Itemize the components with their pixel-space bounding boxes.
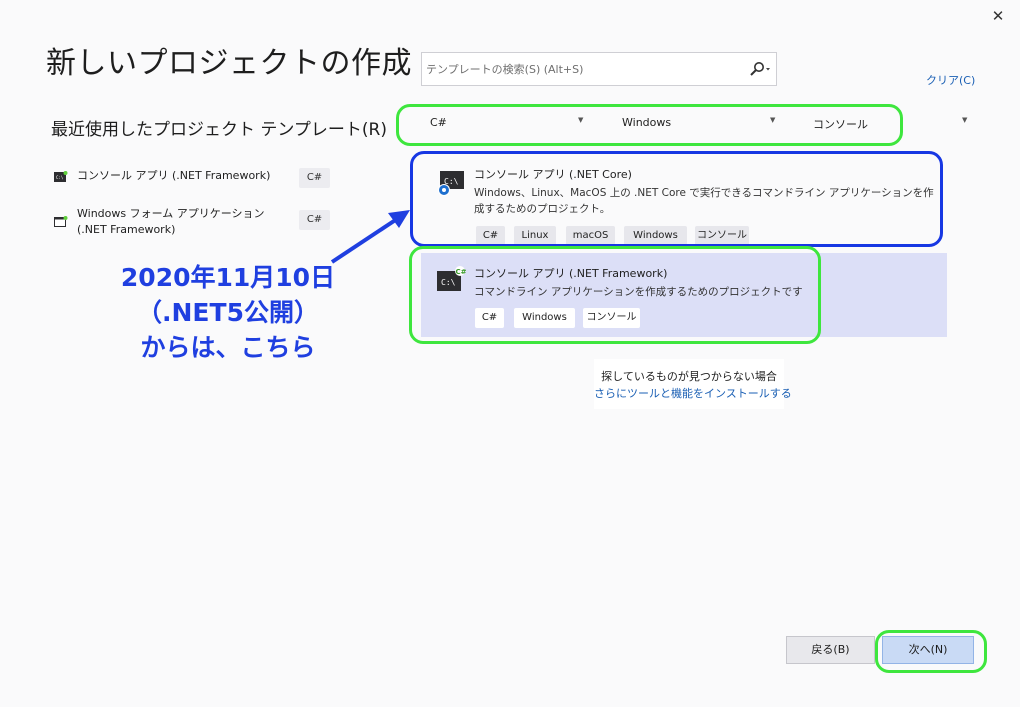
windows-form-icon xyxy=(54,213,68,227)
project-type-filter-value: コンソール xyxy=(813,118,868,131)
close-icon[interactable]: ✕ xyxy=(988,6,1008,26)
template-console-net-core[interactable]: C:\ コンソール アプリ (.NET Core) Windows、Linux、… xyxy=(420,153,940,246)
template-tag: C# xyxy=(475,308,504,328)
help-text: 探しているものが見つからない場合 xyxy=(601,370,777,383)
template-tag: C# xyxy=(476,226,505,246)
install-tools-link[interactable]: さらにツールと機能をインストールする xyxy=(594,385,792,401)
chevron-down-icon: ▼ xyxy=(770,116,776,124)
recent-templates-heading: 最近使用したプロジェクト テンプレート(R) xyxy=(51,120,387,140)
recent-template-lang-badge: C# xyxy=(299,168,330,188)
recent-template-label: Windows フォーム アプリケーション (.NET Framework) xyxy=(77,207,265,236)
recent-template-label: コンソール アプリ (.NET Framework) xyxy=(77,169,271,182)
annotation-line-net5: （.NET5公開） xyxy=(137,298,319,327)
annotation-line-here: からは、こちら xyxy=(140,333,316,362)
search-input[interactable] xyxy=(426,58,736,80)
language-filter-value: C# xyxy=(430,116,447,129)
console-framework-icon: C:\ C# xyxy=(436,265,467,293)
template-tag: Windows xyxy=(514,308,575,328)
template-tag: Windows xyxy=(624,226,687,246)
svg-text:C#: C# xyxy=(456,268,467,276)
install-more-help: 探しているものが見つからない場合 さらにツールと機能をインストールする xyxy=(594,359,792,409)
chevron-down-icon: ▼ xyxy=(578,116,584,124)
template-name: コンソール アプリ (.NET Framework) xyxy=(474,267,668,280)
svg-text:C:\: C:\ xyxy=(56,175,64,180)
template-description: コマンドライン アプリケーションを作成するためのプロジェクトです xyxy=(474,286,803,298)
recent-template-windows-forms[interactable]: Windows フォーム アプリケーション (.NET Framework) C… xyxy=(50,206,340,240)
language-filter-dropdown[interactable]: C# ▼ xyxy=(430,114,590,134)
platform-filter-dropdown[interactable]: Windows ▼ xyxy=(622,114,782,134)
project-type-filter-dropdown[interactable]: コンソール ▼ xyxy=(813,114,973,134)
template-tag: macOS xyxy=(566,226,615,246)
back-button[interactable]: 戻る(B) xyxy=(786,636,875,664)
template-console-net-framework[interactable]: C:\ C# コンソール アプリ (.NET Framework) コマンドライ… xyxy=(421,253,947,337)
console-app-icon: C:\ xyxy=(54,168,68,182)
template-description: Windows、Linux、MacOS 上の .NET Core で実行できるコ… xyxy=(474,187,934,215)
platform-filter-value: Windows xyxy=(622,116,672,129)
clear-link[interactable]: クリア(C) xyxy=(926,72,975,88)
annotation-line-date: 2020年11月10日 xyxy=(120,263,336,292)
search-icon[interactable] xyxy=(749,61,770,79)
page-title: 新しいプロジェクトの作成 xyxy=(46,46,412,81)
template-name: コンソール アプリ (.NET Core) xyxy=(474,168,632,181)
search-box[interactable] xyxy=(421,52,777,86)
release-date-annotation: 2020年11月10日 （.NET5公開） からは、こちら xyxy=(108,260,348,365)
recent-template-console-framework[interactable]: C:\ コンソール アプリ (.NET Framework) C# xyxy=(50,168,340,188)
template-tag: コンソール xyxy=(695,226,749,246)
chevron-down-icon: ▼ xyxy=(962,116,968,124)
template-tag: Linux xyxy=(514,226,556,246)
template-tag: コンソール xyxy=(583,308,640,328)
next-button[interactable]: 次へ(N) xyxy=(882,636,974,664)
console-core-icon: C:\ xyxy=(436,169,468,197)
svg-text:C:\: C:\ xyxy=(441,278,456,287)
